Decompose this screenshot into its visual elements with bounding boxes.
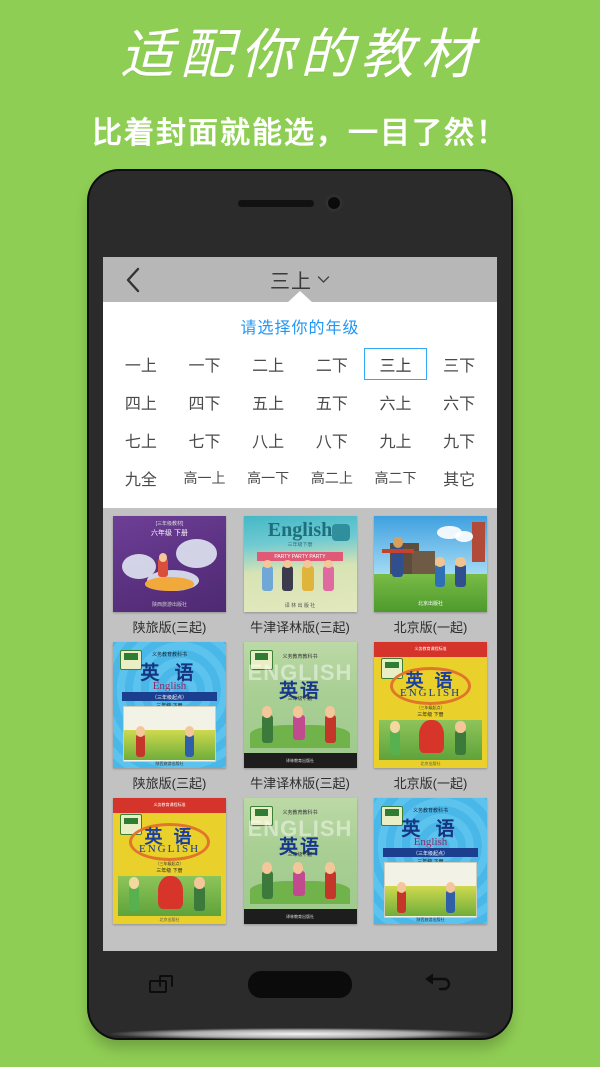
cover-art: 义务教育教科书英 语English（三年级起点）三年级 下册陕西旅游出版社 [113,642,226,768]
grade-dropdown-panel: 请选择你的年级 一上 一下 二上 二下 三上 三下四上 四下 五上 五下 六上 六下七上 七下 八上 八下… [103,291,497,508]
textbook-label: 陕旅版(三起) [132,776,207,791]
dropdown-heading: 请选择你的年级 [240,320,360,337]
textbook-row: [三年级教材] 六年级 下册 陕西旅游出版社 陕旅版(三起) English 三年级下册 P… [113,516,487,636]
textbook-item[interactable]: ENGLISH 义务教育教科书 英语 三年级下册 译林教育出版社 [243,798,357,924]
promo-subtitle: 比着封面就能选，一目了然！ [92,117,508,150]
textbook-cover[interactable]: English 三年级下册 PARTY PARTY PARTY 译 林 出 版 社 [243,516,357,612]
grade-cell[interactable]: 七下 [173,424,237,456]
grade-cell[interactable]: 八下 [300,424,364,456]
grade-grid: 一上 一下 二上 二下 三上 三下 四上 四下 五上 五下 六上 六下 七上 七下 八上 八下 九上 九下 九全 高一… [103,348,497,494]
grade-cell[interactable]: 二上 [236,348,300,380]
grade-cell[interactable]: 六下 [427,386,491,418]
back-nav-button[interactable] [409,964,469,1004]
textbook-label: 牛津译林版(三起) [250,620,350,635]
phone-screen: 三上 请选择你的年级 一上 一下 二上 二下 三上 三下 四上 四下 五上 五下 六上 六下 七上 七下八… [103,257,497,951]
textbook-label: 北京版(一起) [393,620,468,635]
textbook-item[interactable]: 北京出版社北京版(一起) [374,516,487,636]
recent-apps-icon [149,975,174,993]
front-camera-icon [328,197,340,209]
textbook-cover[interactable]: 义务教育课程标准英 语 ENGLISH （三年级起点） 三年级 下册 北京出版社 [113,798,226,924]
cover-art: 北京出版社 [374,516,487,612]
grade-cell[interactable]: 二下 [300,348,364,380]
recent-apps-button[interactable] [131,964,191,1004]
grade-cell[interactable]: 九全 [109,462,173,494]
cover-art: ENGLISH 义务教育教科书 英语 三年级下册 译林教育出版社 [243,798,357,924]
cover-art: [三年级教材] 六年级 下册 陕西旅游出版社 [113,516,226,612]
grade-cell[interactable]: 九上 [364,424,428,456]
textbook-item[interactable]: 义务教育课程标准英 语 ENGLISH （三年级起点） 三年级 下册 北京出版社北京版(… [374,642,487,792]
grade-cell[interactable]: 三下 [427,348,491,380]
textbook-item[interactable]: [三年级教材] 六年级 下册 陕西旅游出版社陕旅版(三起) [113,516,226,636]
grade-cell[interactable]: 九下 [427,424,491,456]
textbook-label: 陕旅版(三起) [132,620,207,635]
grade-cell[interactable]: 三上 [363,348,428,380]
phone-mockup: 三上 请选择你的年级 一上 一下 二上 二下 三上 三下 四上 四下 五上 五下 六上 六下 七上 七下八… [89,171,511,1038]
grade-cell[interactable]: 一下 [173,348,237,380]
textbook-label: 牛津译林版(三起) [250,776,350,791]
dropdown-pointer [287,291,313,303]
grade-cell[interactable]: 高二下 [364,462,428,494]
grade-cell[interactable]: 五下 [300,386,364,418]
grade-selector-button[interactable]: 三上 [270,265,330,294]
grade-cell[interactable]: 四下 [173,386,237,418]
chevron-down-icon [317,271,330,289]
textbook-row: 义务教育教科书英 语English（三年级起点）三年级 下册陕西旅游出版社陕旅版… [113,642,487,792]
promo-title: 适配你的教材 [120,25,480,85]
grade-cell[interactable]: 其它 [427,462,491,494]
cover-art: 义务教育教科书英 语English（三年级起点）三年级 下册陕西旅游出版社 [374,798,487,924]
promo-header: 适配你的教材 比着封面就能选，一目了然！ [0,0,600,168]
cover-art: English 三年级下册 PARTY PARTY PARTY 译 林 出 版 社 [243,516,357,612]
textbook-row: 义务教育课程标准英 语 ENGLISH （三年级起点） 三年级 下册 北京出版社 ENGL… [113,798,487,924]
textbook-cover[interactable]: 义务教育课程标准英 语 ENGLISH （三年级起点） 三年级 下册 北京出版社 [374,642,487,768]
grade-cell[interactable]: 七上 [109,424,173,456]
grade-cell[interactable]: 四上 [109,386,173,418]
chevron-left-icon [125,267,141,293]
home-button[interactable] [247,970,352,998]
cover-art: 义务教育课程标准英 语 ENGLISH （三年级起点） 三年级 下册 北京出版社 [374,642,487,768]
textbook-cover[interactable]: [三年级教材] 六年级 下册 陕西旅游出版社 [113,516,226,612]
textbook-cover[interactable]: 义务教育教科书英 语English（三年级起点）三年级 下册陕西旅游出版社 [113,642,226,768]
textbook-item[interactable]: 义务教育教科书英 语English（三年级起点）三年级 下册陕西旅游出版社 [374,798,487,924]
textbook-cover[interactable]: 义务教育教科书英 语English（三年级起点）三年级 下册陕西旅游出版社 [374,798,487,924]
textbook-item[interactable]: 义务教育教科书英 语English（三年级起点）三年级 下册陕西旅游出版社陕旅版… [113,642,226,792]
grade-cell[interactable]: 高二上 [300,462,364,494]
speaker-grille-icon [238,200,314,207]
grade-cell[interactable]: 高一上 [173,462,237,494]
android-nav-bar [103,953,497,1015]
grade-cell[interactable]: 高一下 [236,462,300,494]
app-bar-title: 三上 [270,271,312,293]
back-arrow-icon [424,972,454,997]
grade-cell[interactable]: 五上 [236,386,300,418]
cover-art: 义务教育课程标准英 语 ENGLISH （三年级起点） 三年级 下册 北京出版社 [113,798,226,924]
textbook-item[interactable]: ENGLISH 义务教育教科书 英语 三年级下册 译林教育出版社牛津译林版(三起) [243,642,357,792]
grade-cell[interactable]: 六上 [364,386,428,418]
textbook-cover[interactable]: 北京出版社 [374,516,487,612]
grade-cell[interactable]: 八上 [236,424,300,456]
textbook-cover[interactable]: ENGLISH 义务教育教科书 英语 三年级下册 译林教育出版社 [243,642,357,768]
textbook-label: 北京版(一起) [393,776,468,791]
back-button[interactable] [113,257,153,302]
textbook-cover[interactable]: ENGLISH 义务教育教科书 英语 三年级下册 译林教育出版社 [243,798,357,924]
textbook-grid: [三年级教材] 六年级 下册 陕西旅游出版社 陕旅版(三起) English 三年级下册 P… [103,508,497,924]
textbook-item[interactable]: English 三年级下册 PARTY PARTY PARTY 译 林 出 版 社牛津… [243,516,357,636]
phone-reflection [110,1028,490,1040]
grade-cell[interactable]: 一上 [109,348,173,380]
cover-art: ENGLISH 义务教育教科书 英语 三年级下册 译林教育出版社 [243,642,357,768]
textbook-item[interactable]: 义务教育课程标准英 语 ENGLISH （三年级起点） 三年级 下册 北京出版社 [113,798,226,924]
